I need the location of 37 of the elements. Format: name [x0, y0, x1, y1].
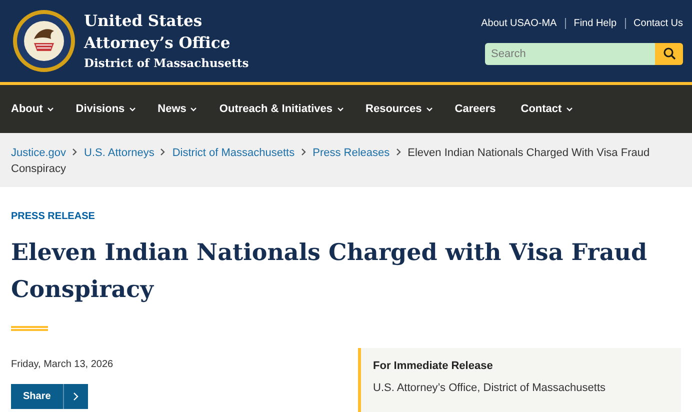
breadcrumb-link[interactable]: Press Releases [312, 147, 390, 159]
site-subtitle: District of Massachusetts [84, 55, 249, 72]
seal-icon [12, 9, 76, 73]
title-rule [11, 326, 48, 331]
utility-link[interactable]: About USAO-MA [481, 18, 557, 28]
utility-link[interactable]: Find Help [574, 18, 617, 28]
chevron-icon [72, 392, 79, 401]
nav-item[interactable]: About [11, 103, 54, 115]
article-kicker: PRESS RELEASE [11, 211, 96, 222]
breadcrumb-link[interactable]: Justice.gov [11, 147, 66, 159]
search-icon [662, 47, 676, 60]
nav-item[interactable]: News [158, 103, 198, 115]
breadcrumb-link[interactable]: District of Massachusetts [172, 147, 295, 159]
utility-link[interactable]: Contact Us [634, 18, 683, 28]
breadcrumb-current: Conspiracy [11, 163, 66, 175]
article-title: Eleven Indian Nationals Charged with Visa Fraud Conspiracy [11, 238, 648, 305]
search-button[interactable] [655, 42, 683, 64]
site-title: United States [84, 10, 204, 32]
caret-icon [336, 106, 344, 112]
nav-item[interactable]: Resources [366, 103, 433, 115]
release-office: U.S. Attorney’s Office, District of Massachusetts [373, 382, 607, 394]
release-heading: For Immediate Release [373, 360, 494, 372]
share-button[interactable]: Share [11, 384, 88, 409]
nav-item[interactable]: Divisions [76, 103, 136, 115]
caret-icon [46, 106, 54, 112]
nav-item[interactable]: Outreach & Initiatives [219, 103, 344, 115]
nav-item[interactable]: Careers [454, 103, 496, 115]
caret-icon [190, 106, 198, 112]
caret-icon [128, 106, 136, 112]
nav-item[interactable]: Contact [520, 103, 573, 115]
caret-icon [566, 106, 573, 112]
breadcrumb-current: Eleven Indian Nationals Charged With Visa Fraud [408, 147, 650, 159]
caret-icon [426, 106, 433, 112]
site-title: Attorney’s Office [84, 32, 232, 54]
breadcrumb-link[interactable]: U.S. Attorneys [84, 147, 154, 159]
search-field[interactable]: Search [485, 42, 655, 64]
article-date: Friday, March 13, 2026 [11, 359, 114, 370]
